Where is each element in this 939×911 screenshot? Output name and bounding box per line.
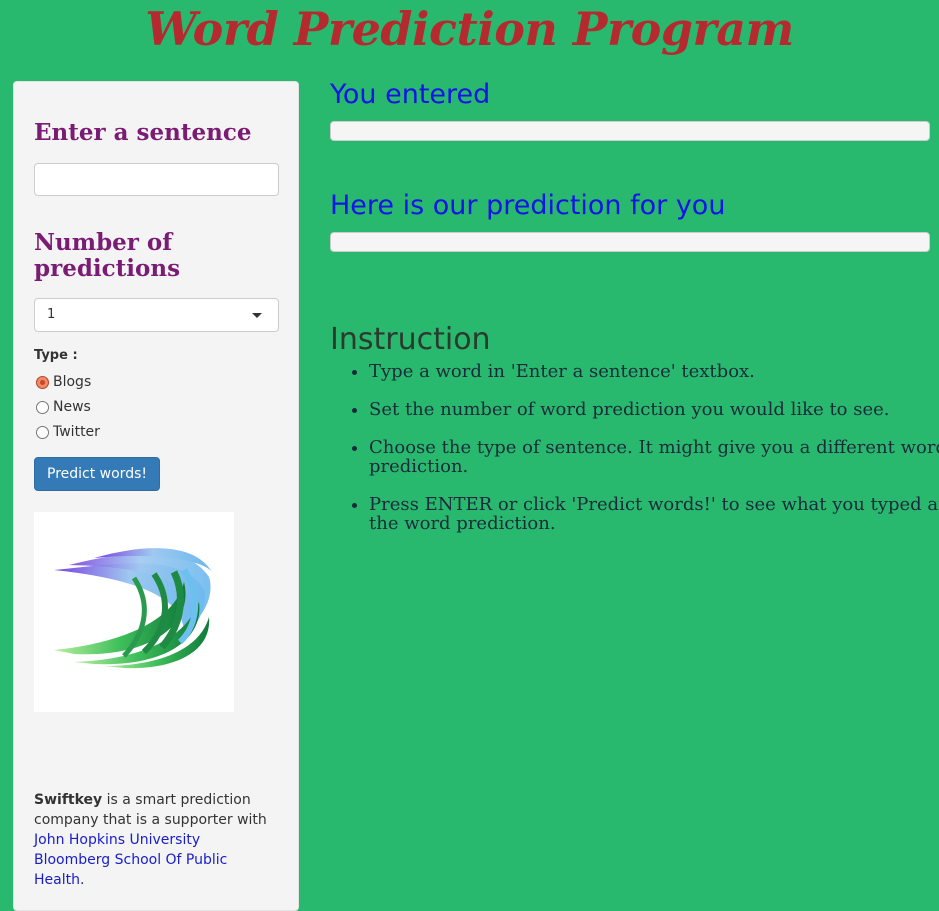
sentence-input[interactable] bbox=[34, 163, 279, 196]
swiftkey-logo bbox=[34, 512, 234, 712]
type-option-twitter[interactable]: Twitter bbox=[34, 422, 100, 442]
type-option-news[interactable]: News bbox=[34, 397, 91, 417]
sidebar-panel: Enter a sentence Number of predictions 1… bbox=[13, 81, 299, 911]
instruction-item: Choose the type of sentence. It might gi… bbox=[369, 438, 939, 476]
type-option-label: News bbox=[53, 399, 91, 415]
prediction-heading: Here is our prediction for you bbox=[330, 190, 726, 221]
instruction-list: Type a word in 'Enter a sentence' textbo… bbox=[330, 362, 939, 552]
about-text: Swiftkey is a smart prediction company t… bbox=[34, 790, 274, 890]
swiftkey-logo-icon bbox=[54, 548, 212, 669]
type-option-blogs[interactable]: Blogs bbox=[34, 372, 91, 392]
num-predictions-heading: Number of predictions bbox=[34, 229, 181, 282]
instruction-item: Press ENTER or click 'Predict words!' to… bbox=[369, 495, 939, 533]
sentence-heading: Enter a sentence bbox=[34, 119, 252, 146]
predict-words-button[interactable]: Predict words! bbox=[34, 457, 160, 491]
you-entered-heading: You entered bbox=[330, 79, 491, 110]
radio-checked-icon[interactable] bbox=[36, 375, 49, 389]
type-option-label: Twitter bbox=[53, 424, 100, 440]
instruction-item: Type a word in 'Enter a sentence' textbo… bbox=[369, 362, 939, 381]
about-brand: Swiftkey bbox=[34, 792, 103, 808]
radio-unchecked-icon[interactable] bbox=[36, 425, 49, 439]
num-predictions-select[interactable]: 1 bbox=[34, 298, 279, 332]
type-label: Type : bbox=[34, 348, 78, 363]
chevron-down-icon bbox=[252, 313, 262, 318]
instruction-heading: Instruction bbox=[330, 322, 491, 357]
type-option-label: Blogs bbox=[53, 374, 92, 390]
prediction-output bbox=[330, 232, 930, 252]
entered-output bbox=[330, 121, 930, 141]
jhu-link[interactable]: John Hopkins University Bloomberg School… bbox=[34, 832, 227, 888]
num-predictions-value: 1 bbox=[47, 307, 56, 322]
instruction-item: Set the number of word prediction you wo… bbox=[369, 400, 939, 419]
app-title: Word Prediction Program bbox=[145, 2, 794, 56]
radio-unchecked-icon[interactable] bbox=[36, 400, 49, 414]
